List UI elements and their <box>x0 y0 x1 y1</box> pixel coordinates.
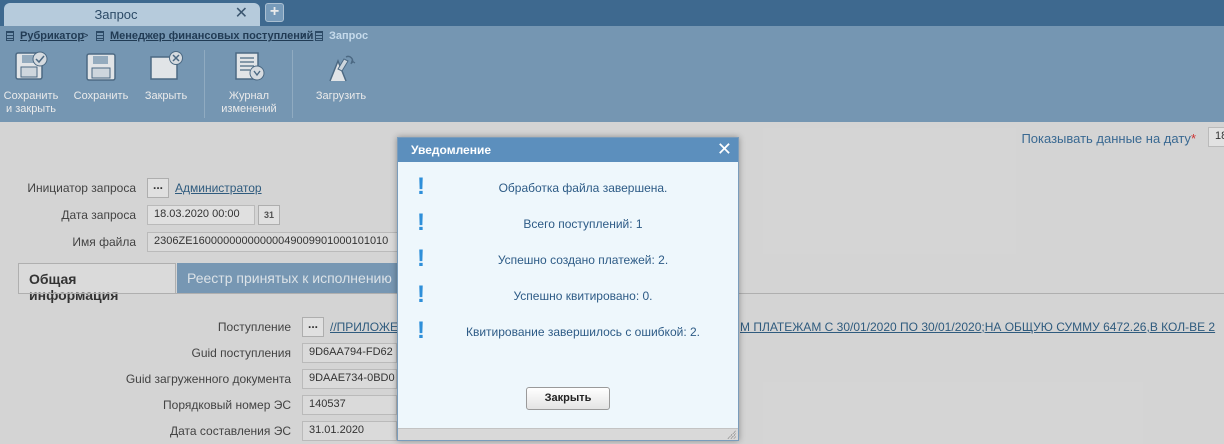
exclamation-icon: ! <box>417 317 425 344</box>
exclamation-icon: ! <box>417 173 425 200</box>
message-item: ! Всего поступлений: 1 <box>398 210 738 236</box>
message-text: Успешно создано платежей: 2. <box>497 253 669 267</box>
exclamation-icon: ! <box>417 209 425 236</box>
exclamation-icon: ! <box>417 245 425 272</box>
dialog-header: Уведомление ✕ <box>398 138 738 162</box>
dialog-title: Уведомление <box>411 143 492 157</box>
resize-grip-icon[interactable] <box>726 429 736 439</box>
message-item: ! Успешно создано платежей: 2. <box>398 246 738 272</box>
message-text: Успешно квитировано: 0. <box>513 289 653 303</box>
close-icon[interactable]: ✕ <box>717 140 732 158</box>
message-text: Обработка файла завершена. <box>498 181 668 195</box>
message-text: Всего поступлений: 1 <box>523 217 643 231</box>
dialog-footer <box>398 428 738 440</box>
message-item: ! Успешно квитировано: 0. <box>398 282 738 308</box>
message-item: ! Обработка файла завершена. <box>398 174 738 200</box>
message-text: Квитирование завершилось с ошибкой: 2. <box>465 325 700 339</box>
message-item: ! Квитирование завершилось с ошибкой: 2. <box>398 318 738 344</box>
notification-dialog: Уведомление ✕ ! Обработка файла завершен… <box>397 137 739 441</box>
exclamation-icon: ! <box>417 281 425 308</box>
dialog-close-button[interactable]: Закрыть <box>526 387 610 410</box>
